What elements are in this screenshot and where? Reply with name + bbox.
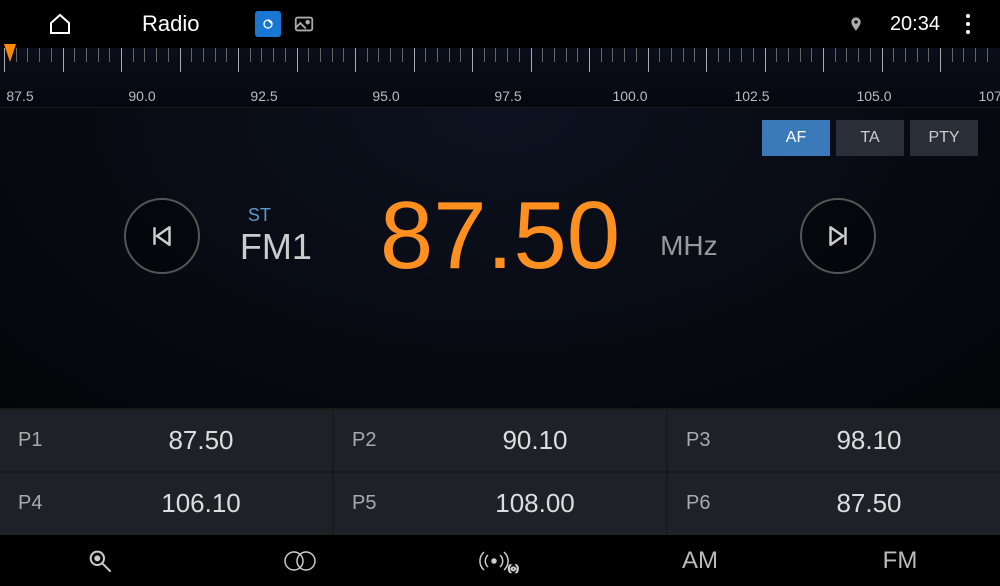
preset-freq: 87.50 (738, 488, 1000, 519)
status-bar: Radio 20:34 (0, 0, 1000, 48)
dial-label: 97.5 (494, 88, 521, 104)
frequency-display: ST FM1 87.50 MHz (0, 188, 1000, 284)
preset-5[interactable]: P5 108.00 (334, 473, 666, 534)
clock: 20:34 (890, 13, 940, 36)
mode-buttons: AF TA PTY (762, 120, 978, 156)
am-button[interactable]: AM (600, 535, 800, 586)
preset-freq: 106.10 (70, 488, 332, 519)
dial-label: 90.0 (128, 88, 155, 104)
preset-freq: 108.00 (404, 488, 666, 519)
ta-button[interactable]: TA (836, 120, 904, 156)
preset-label: P4 (0, 492, 70, 515)
preset-label: P3 (668, 429, 738, 452)
preset-grid: P1 87.50 P2 90.10 P3 98.10 P4 106.10 P5 … (0, 408, 1000, 534)
dial-label: 105.0 (856, 88, 891, 104)
svg-text:(‹›): (‹›) (508, 564, 519, 573)
band-info: ST FM1 (240, 205, 340, 268)
dial-label: 87.5 (6, 88, 33, 104)
preset-1[interactable]: P1 87.50 (0, 410, 332, 471)
am-label: AM (682, 547, 718, 575)
stereo-toggle-button[interactable] (200, 535, 400, 586)
frequency-dial[interactable]: 87.5 90.0 92.5 95.0 97.5 100.0 102.5 105.0 107.5 (0, 48, 1000, 108)
pty-button[interactable]: PTY (910, 120, 978, 156)
app-badge-icon (255, 11, 281, 37)
dial-label: 102.5 (734, 88, 769, 104)
preset-label: P2 (334, 429, 404, 452)
preset-6[interactable]: P6 87.50 (668, 473, 1000, 534)
location-icon (848, 13, 864, 35)
preset-freq: 90.10 (404, 425, 666, 456)
seek-prev-button[interactable] (124, 198, 200, 274)
current-frequency: 87.50 (380, 188, 620, 284)
seek-next-button[interactable] (800, 198, 876, 274)
preset-freq: 87.50 (70, 425, 332, 456)
preset-freq: 98.10 (738, 425, 1000, 456)
bottom-nav: (‹›) AM FM (0, 534, 1000, 586)
scan-button[interactable] (0, 535, 200, 586)
dial-label: 100.0 (612, 88, 647, 104)
preset-label: P1 (0, 429, 70, 452)
dial-label: 95.0 (372, 88, 399, 104)
band-label: FM1 (240, 226, 312, 268)
af-button[interactable]: AF (762, 120, 830, 156)
gallery-icon (291, 11, 317, 37)
frequency-unit: MHz (660, 230, 760, 262)
preset-2[interactable]: P2 90.10 (334, 410, 666, 471)
main-display: AF TA PTY ST FM1 87.50 MHz (0, 108, 1000, 408)
status-icons (255, 11, 317, 37)
preset-4[interactable]: P4 106.10 (0, 473, 332, 534)
status-right: 20:34 (848, 13, 980, 36)
signal-button[interactable]: (‹›) (400, 535, 600, 586)
preset-label: P5 (334, 492, 404, 515)
fm-button[interactable]: FM (800, 535, 1000, 586)
fm-label: FM (883, 547, 918, 575)
dial-label: 92.5 (250, 88, 277, 104)
preset-3[interactable]: P3 98.10 (668, 410, 1000, 471)
dial-label: 107.5 (978, 88, 1000, 104)
stereo-label: ST (248, 205, 271, 226)
preset-label: P6 (668, 492, 738, 515)
home-icon[interactable] (48, 12, 72, 36)
app-title: Radio (142, 11, 199, 37)
menu-icon[interactable] (966, 14, 970, 34)
